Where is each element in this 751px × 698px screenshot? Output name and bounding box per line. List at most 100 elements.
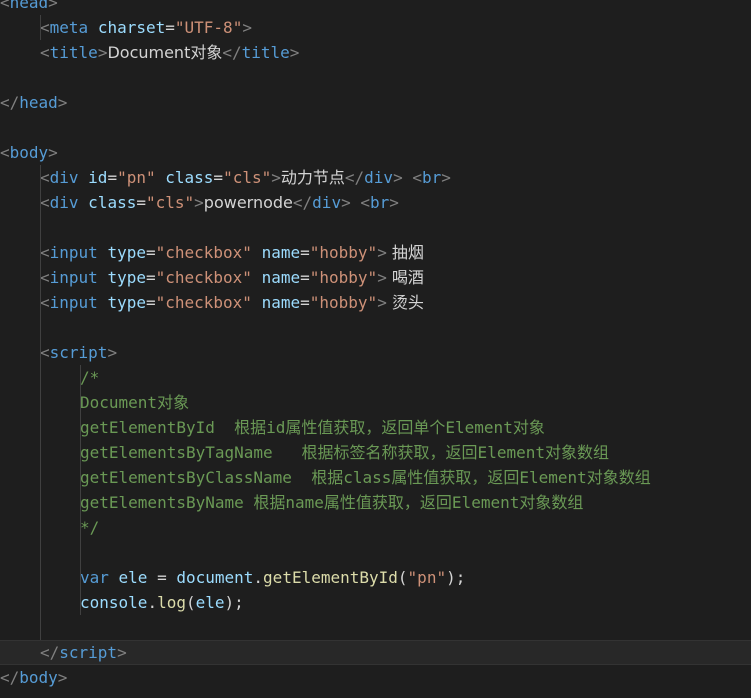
code-line[interactable]: getElementById 根据id属性值获取，返回单个Element对象 xyxy=(0,415,751,440)
string-literal: "checkbox" xyxy=(155,268,252,287)
code-line[interactable]: <div class="cls">powernode</div> <br> xyxy=(0,190,751,215)
indent-guide xyxy=(40,15,41,40)
code-line[interactable]: </script> xyxy=(0,640,751,665)
bracket: < xyxy=(40,343,50,362)
string-literal: "hobby" xyxy=(309,268,378,287)
text-content: 抽烟 xyxy=(386,243,424,262)
code-line[interactable]: getElementsByTagName 根据标签名称获取，返回Element对… xyxy=(0,440,751,465)
code-line[interactable]: getElementsByName 根据name属性值获取，返回Element对… xyxy=(0,490,751,515)
bracket: < xyxy=(412,168,422,187)
punctuation: . xyxy=(253,568,264,587)
comment: */ xyxy=(80,518,100,537)
code-line[interactable]: getElementsByClassName 根据class属性值获取，返回El… xyxy=(0,465,751,490)
equals: = xyxy=(145,243,156,262)
text-content: 喝酒 xyxy=(386,268,424,287)
tag-name: script xyxy=(49,343,108,362)
code-line[interactable]: <div id="pn" class="cls">动力节点</div> <br> xyxy=(0,165,751,190)
code-line[interactable]: <meta charset="UTF-8"> xyxy=(0,15,751,40)
bracket: < xyxy=(0,143,10,162)
string-literal: "checkbox" xyxy=(155,293,252,312)
punctuation: . xyxy=(147,593,158,612)
bracket: > xyxy=(48,0,58,12)
identifier: ele xyxy=(118,568,148,587)
bracket: > xyxy=(194,193,204,212)
code-line[interactable]: </head> xyxy=(0,90,751,115)
attribute-name: type xyxy=(107,268,146,287)
code-line[interactable]: <body> xyxy=(0,140,751,165)
equals: = xyxy=(145,293,156,312)
code-line[interactable]: <input type="checkbox" name="hobby"> 烫头 xyxy=(0,290,751,315)
code-line[interactable] xyxy=(0,65,751,90)
tag-name: title xyxy=(49,43,98,62)
code-line[interactable] xyxy=(0,115,751,140)
equals: = xyxy=(107,168,118,187)
bracket: > xyxy=(107,343,118,362)
attribute-name: class xyxy=(165,168,214,187)
bracket: > xyxy=(57,668,68,687)
indent-guide xyxy=(80,365,81,615)
code-line[interactable]: <head> xyxy=(0,0,751,15)
bracket: > xyxy=(117,643,127,662)
punctuation xyxy=(403,168,413,187)
bracket: > xyxy=(377,268,387,287)
bracket: </ xyxy=(344,168,365,187)
bracket: < xyxy=(40,293,50,312)
bracket: > xyxy=(97,43,108,62)
code-editor[interactable]: <head> <meta charset="UTF-8"> <title>Docum… xyxy=(0,0,751,698)
bracket: </ xyxy=(40,643,60,662)
tag-name: input xyxy=(49,293,108,312)
bracket: > xyxy=(389,193,399,212)
code-line[interactable]: <title>Document对象</title> xyxy=(0,40,751,65)
bracket: </ xyxy=(222,43,242,62)
punctuation xyxy=(351,193,361,212)
equals: = xyxy=(145,268,156,287)
string-literal: "UTF-8" xyxy=(174,18,243,37)
tag-name: body xyxy=(9,143,49,162)
tag-name: meta xyxy=(49,18,98,37)
tag-name: br xyxy=(421,168,442,187)
bracket: < xyxy=(40,193,50,212)
bracket: </ xyxy=(0,93,20,112)
punctuation xyxy=(156,168,166,187)
tag-name: input xyxy=(49,268,108,287)
tag-name: script xyxy=(59,643,118,662)
identifier: ele xyxy=(195,593,225,612)
string-literal: "pn" xyxy=(117,168,156,187)
punctuation xyxy=(252,268,262,287)
code-line[interactable] xyxy=(0,215,751,240)
code-line[interactable]: </body> xyxy=(0,665,751,690)
code-line[interactable]: */ xyxy=(0,515,751,540)
text-content: powernode xyxy=(203,193,293,212)
code-line[interactable]: <input type="checkbox" name="hobby"> 喝酒 xyxy=(0,265,751,290)
string-literal: "hobby" xyxy=(309,243,378,262)
equals: = xyxy=(300,243,310,262)
bracket: < xyxy=(40,43,50,62)
code-line[interactable]: /* xyxy=(0,365,751,390)
tag-name: div xyxy=(49,168,89,187)
code-line[interactable] xyxy=(0,540,751,565)
keyword: var xyxy=(80,568,119,587)
code-line[interactable] xyxy=(0,315,751,340)
punctuation: ); xyxy=(224,593,244,612)
equals: = xyxy=(136,193,146,212)
bracket: > xyxy=(441,168,451,187)
code-line[interactable]: console.log(ele); xyxy=(0,590,751,615)
string-literal: "pn" xyxy=(407,568,447,587)
bracket: > xyxy=(341,193,351,212)
tag-name: body xyxy=(19,668,58,687)
code-line[interactable] xyxy=(0,615,751,640)
string-literal: "checkbox" xyxy=(155,243,252,262)
code-line[interactable]: <script> xyxy=(0,340,751,365)
attribute-name: id xyxy=(88,168,108,187)
code-line[interactable]: Document对象 xyxy=(0,390,751,415)
bracket: > xyxy=(48,143,58,162)
tag-name: div xyxy=(49,193,89,212)
punctuation: = xyxy=(147,568,177,587)
comment: getElementsByClassName 根据class属性值获取，返回El… xyxy=(80,468,651,487)
code-line[interactable]: var ele = document.getElementById("pn"); xyxy=(0,565,751,590)
bracket: > xyxy=(377,293,387,312)
bracket: > xyxy=(242,18,252,37)
code-line[interactable]: <input type="checkbox" name="hobby"> 抽烟 xyxy=(0,240,751,265)
bracket: < xyxy=(40,243,50,262)
string-literal: "cls" xyxy=(145,193,195,212)
